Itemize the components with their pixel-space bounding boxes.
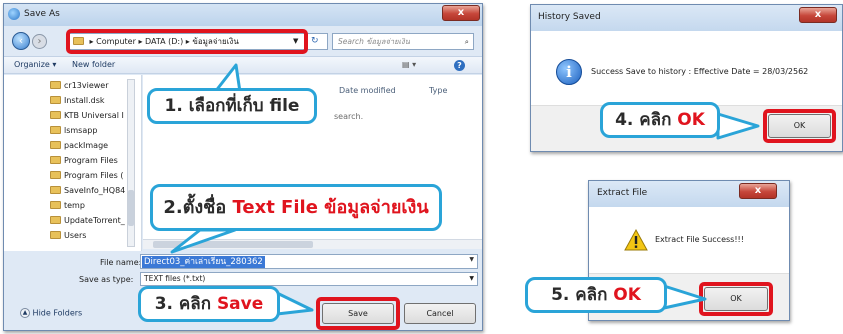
callout-step-5: 5. คลิก OK: [525, 277, 667, 313]
callout-step-4: 4. คลิก OK: [600, 102, 720, 138]
callout-step-3-highlight: Save: [216, 294, 264, 314]
callout-step-4-text: 4. คลิก: [615, 110, 678, 130]
callout-step-1: 1. เลือกที่เก็บ file: [147, 88, 317, 124]
callout-step-3: 3. คลิก Save: [138, 286, 280, 322]
callout-step-5-text: 5. คลิก: [551, 285, 614, 305]
callout-step-2-highlight: Text File ข้อมูลจ่ายเงิน: [232, 197, 429, 218]
callout-pointers: [170, 63, 760, 316]
callout-step-2-text: 2.ตั้งชื่อ: [163, 197, 233, 218]
callout-step-1-text: 1. เลือกที่เก็บ file: [164, 96, 300, 116]
callout-step-3-text: 3. คลิก: [154, 294, 217, 314]
callout-step-4-highlight: OK: [677, 110, 705, 130]
callout-step-5-highlight: OK: [613, 285, 641, 305]
callout-step-2: 2.ตั้งชื่อ Text File ข้อมูลจ่ายเงิน: [150, 184, 442, 231]
